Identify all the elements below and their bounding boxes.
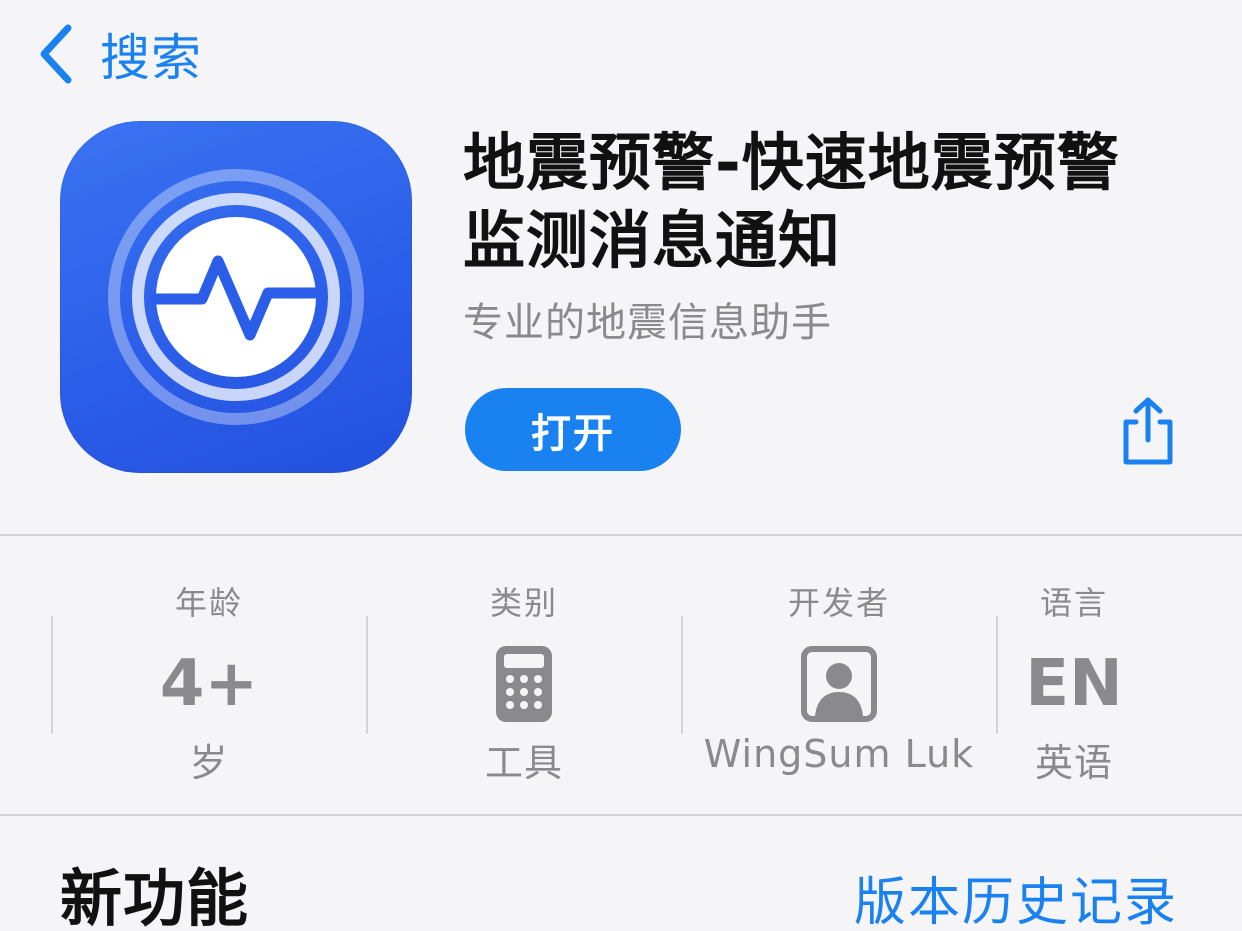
open-button[interactable]: 打开 [465,388,681,471]
info-category[interactable]: 类别 工具 [367,536,681,814]
info-developer-sub: WingSum Luk [703,732,975,776]
info-age-label: 年龄 [174,584,243,622]
info-category-label: 类别 [489,584,558,622]
version-history-link[interactable]: 版本历史记录 [854,860,1178,931]
info-developer[interactable]: 开发者 WingSum Luk [682,536,996,814]
chevron-left-icon [36,22,76,86]
share-icon [1123,397,1173,465]
info-age-sub: 岁 [189,741,229,785]
bottom-divider [0,814,1242,816]
back-button[interactable]: 搜索 [36,22,202,87]
info-developer-label: 开发者 [787,584,890,622]
app-subtitle: 专业的地震信息助手 [463,300,832,346]
info-separator [996,616,998,734]
calculator-icon [367,644,681,724]
info-category-sub: 工具 [484,741,563,785]
info-separator [681,616,683,734]
app-store-page: 搜索 地震预警-快速地震预警 监测消息通知 专业的地震信息助手 打开 年龄 4+… [0,0,1242,931]
app-title: 地震预警-快速地震预警 监测消息通知 [463,124,1203,280]
app-title-line-2: 监测消息通知 [463,204,842,277]
app-icon [60,121,412,473]
info-language-sub: 英语 [1034,741,1113,785]
app-title-line-1: 地震预警-快速地震预警 [463,126,1120,199]
info-language-label: 语言 [1039,584,1108,622]
whats-new-title: 新功能 [60,862,250,931]
info-age-value: 4+ [159,647,259,721]
person-square-icon [682,644,996,724]
info-separator [51,616,53,734]
info-age[interactable]: 年龄 4+ 岁 [52,536,366,814]
info-language[interactable]: 语言 EN 英语 [997,536,1242,814]
seismic-wave-icon [108,169,364,425]
info-language-value: EN [1025,647,1123,721]
info-separator [366,616,368,734]
share-button[interactable] [1116,396,1180,466]
info-row: 年龄 4+ 岁 类别 工具 开发者 WingSum Luk 语言 EN 英语 [0,536,1242,814]
back-button-label: 搜索 [100,29,202,87]
